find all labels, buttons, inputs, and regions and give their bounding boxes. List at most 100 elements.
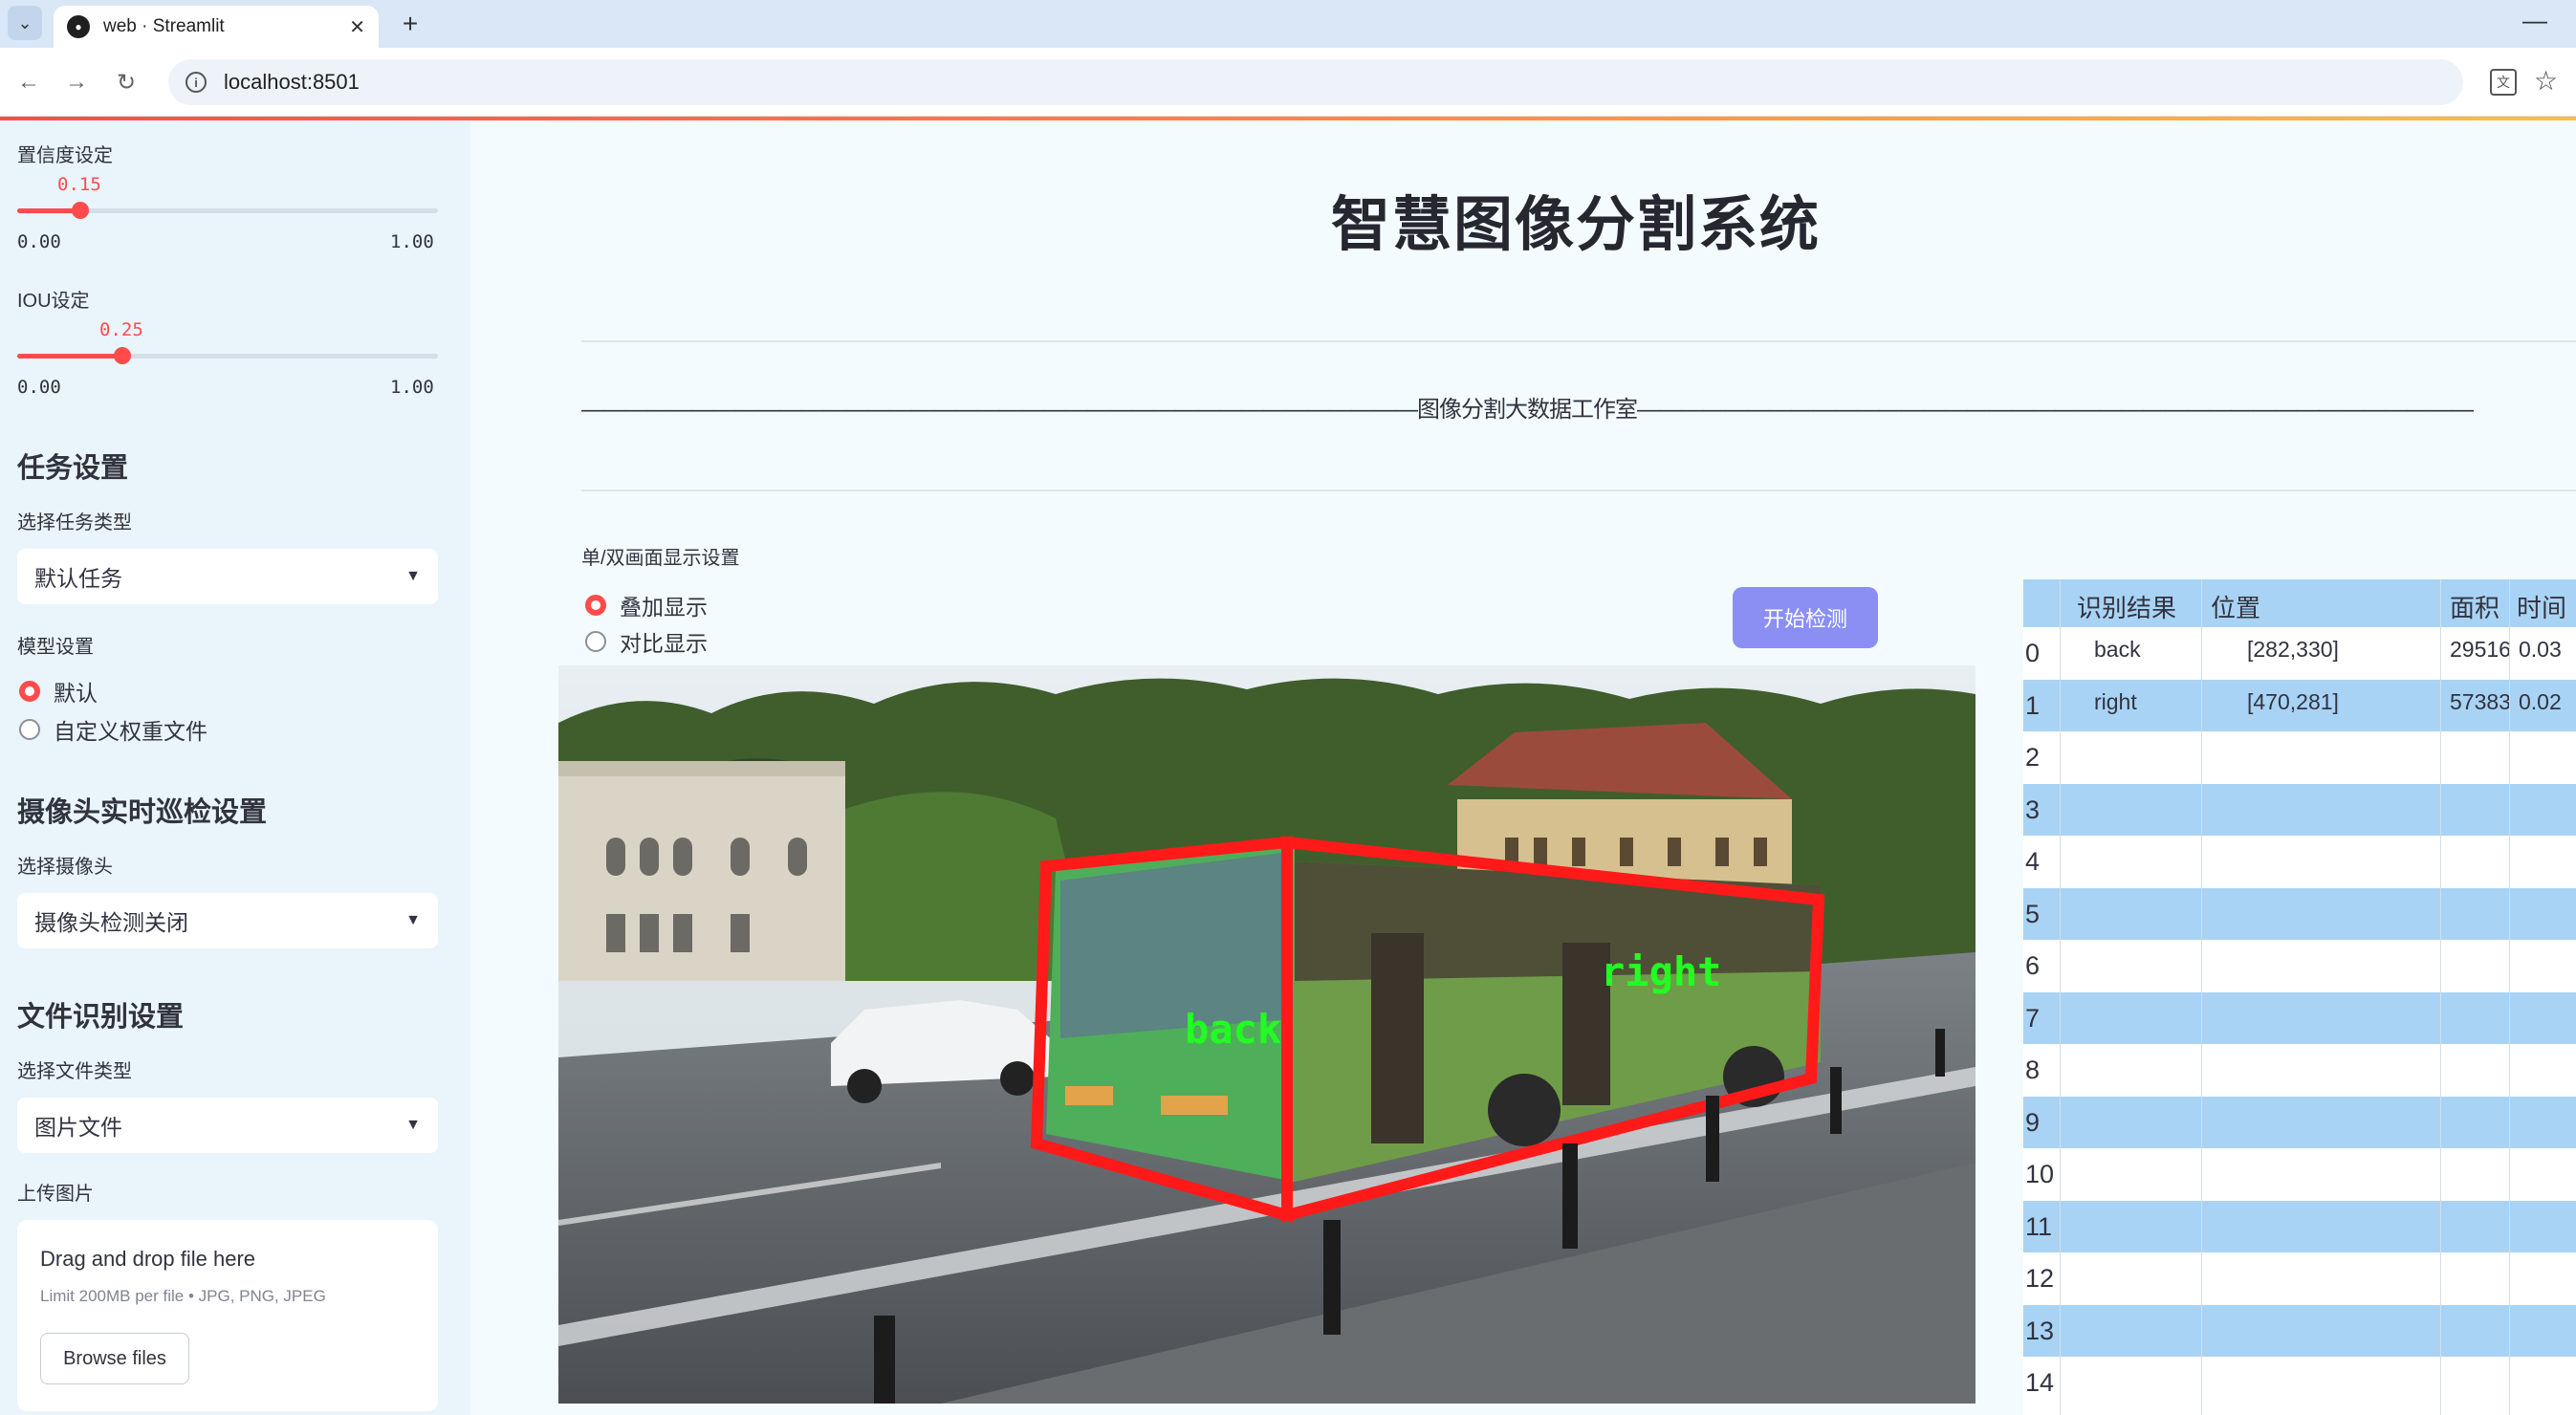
- display-option-label: 叠加显示: [620, 595, 708, 620]
- camera-heading: 摄像头实时巡检设置: [17, 797, 268, 828]
- table-row[interactable]: 14: [2023, 1357, 2576, 1409]
- table-row[interactable]: 5: [2023, 887, 2576, 940]
- task-type-label: 选择任务类型: [17, 512, 132, 533]
- browser-tab-bar: ⌄ ● web · Streamlit ✕ + —: [0, 0, 2576, 48]
- plus-icon[interactable]: +: [394, 8, 426, 40]
- model-option-label: 自定义权重文件: [54, 719, 207, 744]
- star-icon[interactable]: ☆: [2534, 65, 2558, 97]
- cell-result: back: [2094, 637, 2141, 662]
- radio-selected-icon[interactable]: [585, 595, 606, 616]
- display-option-label: 对比显示: [620, 631, 708, 656]
- table-row[interactable]: 1 right [470,281] 57383 0.02: [2023, 679, 2576, 731]
- radio-unselected-icon[interactable]: [585, 631, 606, 652]
- table-row[interactable]: 13: [2023, 1304, 2576, 1357]
- cell-area: 29516: [2450, 637, 2511, 662]
- table-row[interactable]: 2: [2023, 731, 2576, 784]
- detection-label-right: right: [1601, 948, 1721, 995]
- row-index: 7: [2025, 1003, 2041, 1033]
- camera-select[interactable]: 摄像头检测关闭 ▼: [17, 893, 438, 948]
- file-type-value: 图片文件: [34, 1115, 122, 1140]
- iou-slider-fill: [17, 354, 122, 359]
- start-detection-button[interactable]: 开始检测: [1733, 587, 1878, 648]
- row-index: 11: [2025, 1211, 2053, 1241]
- table-row[interactable]: 11: [2023, 1200, 2576, 1252]
- forward-arrow-icon[interactable]: →: [59, 65, 94, 99]
- row-index: 6: [2025, 951, 2041, 980]
- column-header-position[interactable]: 位置: [2211, 589, 2260, 624]
- studio-banner: ——————————————————————————————————————图像…: [581, 397, 2474, 423]
- table-row[interactable]: 6: [2023, 940, 2576, 992]
- info-icon[interactable]: i: [186, 72, 207, 93]
- radio-unselected-icon[interactable]: [19, 719, 40, 740]
- row-index: 12: [2025, 1264, 2055, 1293]
- cell-time: 0.02: [2519, 688, 2562, 714]
- row-index: 0: [2025, 639, 2041, 667]
- file-uploader-dropzone[interactable]: Drag and drop file here Limit 200MB per …: [17, 1220, 438, 1411]
- upload-label: 上传图片: [17, 1184, 94, 1205]
- row-index: 8: [2025, 1056, 2041, 1084]
- table-row[interactable]: 10: [2023, 1148, 2576, 1201]
- file-type-select[interactable]: 图片文件 ▼: [17, 1098, 438, 1153]
- translate-icon[interactable]: 文: [2490, 69, 2517, 96]
- task-heading: 任务设置: [17, 453, 129, 484]
- url-text: localhost:8501: [224, 70, 360, 94]
- display-option-overlay[interactable]: 叠加显示: [585, 589, 708, 621]
- confidence-slider[interactable]: [17, 202, 438, 219]
- detection-label-back: back: [1185, 1006, 1281, 1053]
- divider: [581, 490, 2576, 491]
- close-icon[interactable]: ✕: [349, 15, 365, 39]
- back-arrow-icon[interactable]: ←: [11, 65, 46, 99]
- row-index: 5: [2025, 899, 2041, 928]
- model-option-custom[interactable]: 自定义权重文件: [19, 713, 207, 746]
- camera-value: 摄像头检测关闭: [34, 910, 188, 935]
- model-label: 模型设置: [17, 637, 94, 658]
- minimize-icon[interactable]: —: [2522, 6, 2547, 35]
- column-divider: [2509, 579, 2510, 1415]
- table-row[interactable]: 12: [2023, 1252, 2576, 1305]
- model-option-default[interactable]: 默认: [19, 675, 98, 708]
- confidence-slider-thumb[interactable]: [72, 202, 89, 219]
- column-header-time[interactable]: 时间: [2517, 589, 2566, 624]
- camera-label: 选择摄像头: [17, 857, 113, 878]
- browser-tab[interactable]: ● web · Streamlit ✕: [54, 6, 379, 48]
- table-row[interactable]: 4: [2023, 836, 2576, 888]
- iou-slider[interactable]: [17, 347, 438, 364]
- iou-max: 1.00: [390, 377, 434, 398]
- column-header-result[interactable]: 识别结果: [2077, 589, 2176, 624]
- browser-nav-bar: ← → ↻ i localhost:8501 文 ☆: [0, 48, 2576, 117]
- table-row[interactable]: 7: [2023, 991, 2576, 1044]
- table-row[interactable]: 9: [2023, 1096, 2576, 1148]
- cell-time: 0.03: [2519, 637, 2562, 662]
- display-option-compare[interactable]: 对比显示: [585, 625, 708, 658]
- row-index: 4: [2025, 847, 2041, 876]
- browse-files-button[interactable]: Browse files: [40, 1333, 189, 1384]
- display-mode-label: 单/双画面显示设置: [581, 548, 740, 569]
- table-row[interactable]: 8: [2023, 1044, 2576, 1097]
- results-table[interactable]: 识别结果 位置 面积 时间 0 back [282,330] 29516 0.03 1 ri…: [2023, 579, 2576, 1415]
- column-divider: [2060, 579, 2061, 1415]
- caret-down-icon: ▼: [405, 1117, 421, 1133]
- column-divider: [2201, 579, 2202, 1415]
- row-index: 1: [2025, 690, 2041, 720]
- iou-slider-thumb[interactable]: [114, 347, 131, 364]
- row-index: 2: [2025, 743, 2041, 772]
- cell-position: [282,330]: [2247, 637, 2339, 662]
- radio-selected-icon[interactable]: [19, 681, 40, 702]
- detection-result-image: back right: [558, 665, 1976, 1404]
- file-type-label: 选择文件类型: [17, 1061, 132, 1082]
- address-bar[interactable]: i localhost:8501: [168, 59, 2463, 105]
- row-index: 13: [2025, 1316, 2055, 1345]
- column-header-area[interactable]: 面积: [2450, 589, 2500, 624]
- iou-value: 0.25: [99, 319, 143, 340]
- task-type-select[interactable]: 默认任务 ▼: [17, 549, 438, 604]
- chevron-down-icon[interactable]: ⌄: [8, 6, 42, 40]
- reload-icon[interactable]: ↻: [109, 65, 143, 99]
- confidence-max: 1.00: [390, 231, 434, 252]
- street-scene-illustration: back right: [558, 665, 1976, 1404]
- table-row[interactable]: 0 back [282,330] 29516 0.03: [2023, 627, 2576, 680]
- task-type-value: 默认任务: [34, 566, 122, 591]
- upload-title: Drag and drop file here: [40, 1247, 256, 1271]
- table-row[interactable]: 3: [2023, 783, 2576, 836]
- row-index: 3: [2025, 795, 2041, 824]
- table-header: 识别结果 位置 面积 时间: [2023, 579, 2576, 627]
